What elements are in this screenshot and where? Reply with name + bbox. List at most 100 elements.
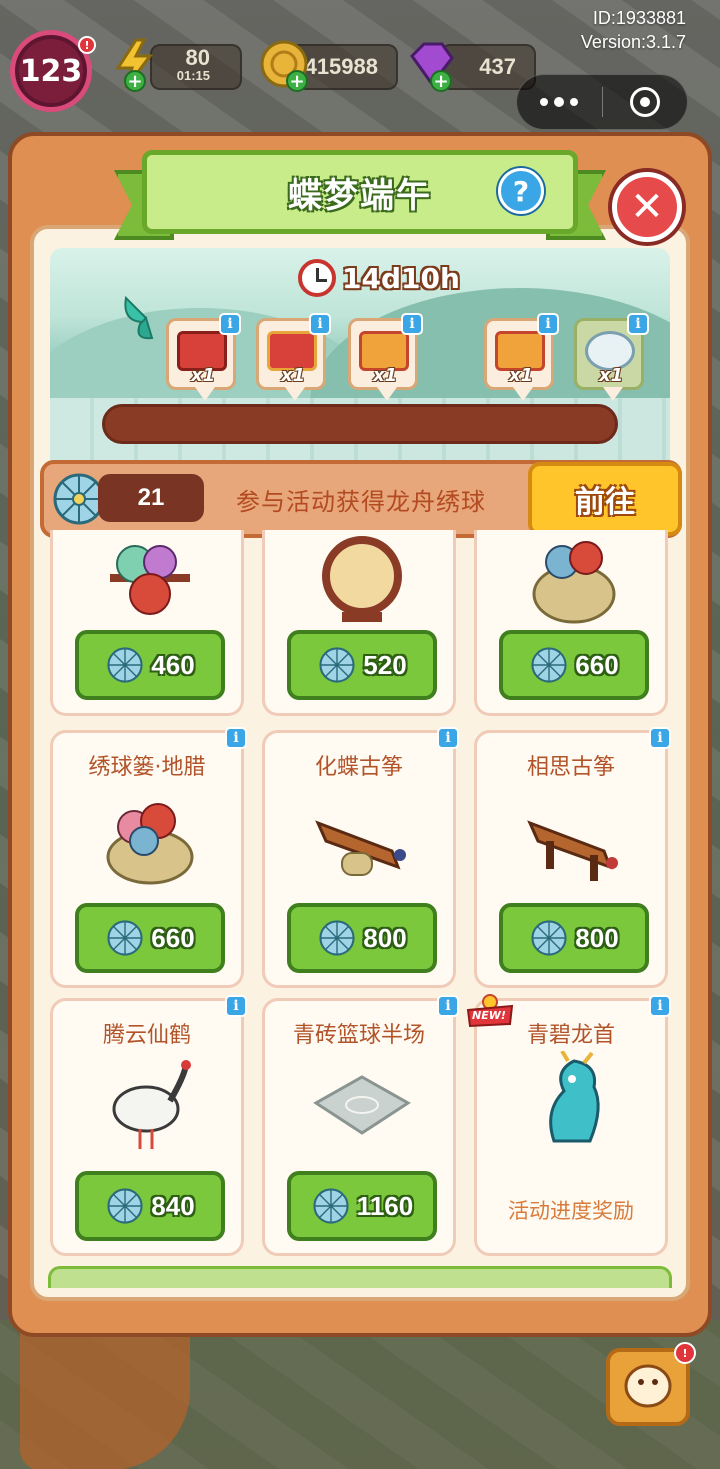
- more-menu-icon[interactable]: [517, 96, 602, 107]
- milestone-reward[interactable]: x1 i: [484, 313, 559, 401]
- reward-count: x1: [191, 365, 216, 386]
- embroidered-ball-icon: [107, 647, 143, 683]
- milestone-reward[interactable]: x1 i: [574, 313, 649, 401]
- price: 520: [363, 649, 407, 680]
- build-info: ID:1933881 Version:3.1.7: [581, 6, 686, 54]
- item-info-icon[interactable]: i: [437, 995, 459, 1017]
- butterfly-icon: [124, 295, 154, 340]
- reward-count: x1: [599, 365, 624, 386]
- shop-item-card[interactable]: i 绣球篓·地腊 660: [50, 727, 247, 988]
- goto-label: 前往: [575, 485, 635, 520]
- shop-item-card[interactable]: 660: [474, 530, 668, 716]
- price: 800: [363, 922, 407, 953]
- shop-item-card[interactable]: 520: [262, 530, 456, 716]
- chat-notification-mark: !: [682, 1346, 688, 1360]
- dragon-head-icon: [549, 1051, 600, 1143]
- shop-item-card[interactable]: i 化蝶古筝 800: [262, 727, 459, 988]
- new-badge-text: NEW!: [472, 1009, 506, 1022]
- shop-item-card[interactable]: i 青碧龙首 活动进度奖励: [474, 995, 671, 1256]
- event-timer: 14d10h: [298, 258, 460, 298]
- shop-item-card[interactable]: i 腾云仙鹤 840: [50, 995, 247, 1256]
- item-info-icon[interactable]: i: [649, 727, 671, 749]
- goto-button[interactable]: 前往: [528, 462, 682, 536]
- background-road: [20, 1330, 190, 1469]
- price: 840: [151, 1190, 195, 1221]
- price: 660: [575, 649, 619, 680]
- item-name: 绣球篓·地腊: [88, 755, 206, 780]
- close-button[interactable]: ✕: [612, 172, 682, 242]
- milestone-reward[interactable]: x1 i: [348, 313, 423, 401]
- coin-value: 415988: [304, 54, 378, 79]
- energy-timer: 01:15: [176, 68, 210, 83]
- hint-text: 参与活动获得龙舟绣球: [236, 488, 486, 516]
- shop-item-card[interactable]: i 青砖篮球半场 1160: [262, 995, 459, 1256]
- panel-title: 蝶梦端午: [288, 175, 432, 216]
- item-name: 腾云仙鹤: [102, 1023, 191, 1048]
- buy-button[interactable]: 660: [75, 903, 225, 973]
- buy-button[interactable]: 660: [499, 630, 649, 700]
- close-miniprogram-icon[interactable]: [603, 87, 688, 117]
- new-badge: NEW!: [466, 994, 514, 1028]
- notification-dot: !: [78, 36, 96, 54]
- item-info-icon[interactable]: i: [649, 995, 671, 1017]
- buy-button[interactable]: 840: [75, 1171, 225, 1241]
- buy-button[interactable]: 800: [499, 903, 649, 973]
- help-button[interactable]: ?: [498, 168, 544, 214]
- version-text: Version:3.1.7: [580, 32, 686, 52]
- round-screen-icon: [322, 536, 402, 622]
- shop-item-card[interactable]: i 相思古筝 800: [474, 727, 671, 988]
- player-id: ID:1933881: [592, 8, 686, 28]
- help-icon: ?: [512, 174, 530, 208]
- event-progress-bar: [102, 404, 618, 444]
- crane-icon: [112, 1060, 191, 1149]
- balance-value: 21: [137, 484, 165, 511]
- buy-button[interactable]: 520: [287, 630, 437, 700]
- item-info-icon[interactable]: i: [225, 995, 247, 1017]
- guzheng-icon: [315, 820, 406, 876]
- reward-count: x1: [373, 365, 398, 386]
- item-name: 相思古筝: [526, 755, 615, 780]
- guzheng-icon: [527, 820, 618, 881]
- embroidered-ball-icon: [319, 647, 355, 683]
- price: 800: [575, 922, 619, 953]
- buy-button[interactable]: 460: [75, 630, 225, 700]
- gem-value: 437: [479, 54, 516, 79]
- shop-item-card[interactable]: 460: [50, 530, 244, 716]
- item-name: 青砖篮球半场: [292, 1023, 425, 1048]
- milestone-reward[interactable]: x1 i: [256, 313, 331, 401]
- reward-info-icon[interactable]: i: [537, 313, 559, 335]
- miniprogram-capsule: [516, 74, 688, 130]
- price: 460: [151, 649, 195, 680]
- basketball-court-icon: [313, 1075, 411, 1135]
- embroidered-ball-icon: [319, 920, 355, 956]
- add-coin-button[interactable]: +: [286, 70, 308, 92]
- embroidered-ball-icon: [531, 647, 567, 683]
- ball-balance: 21: [98, 474, 204, 522]
- reward-info-icon[interactable]: i: [309, 313, 331, 335]
- reward-count: x1: [281, 365, 306, 386]
- add-gem-button[interactable]: +: [430, 70, 452, 92]
- buy-button[interactable]: 1160: [287, 1171, 437, 1241]
- player-level: 123: [19, 53, 83, 89]
- price: 660: [151, 922, 195, 953]
- chat-notification-dot: !: [674, 1342, 696, 1364]
- reward-info-icon[interactable]: i: [627, 313, 649, 335]
- countdown-text: 14d10h: [342, 261, 460, 295]
- reward-count: x1: [509, 365, 534, 386]
- ball-basket-icon: [532, 541, 616, 624]
- item-info-icon[interactable]: i: [437, 727, 459, 749]
- milestone-reward[interactable]: x1 i: [166, 313, 241, 401]
- reward-info-icon[interactable]: i: [401, 313, 423, 335]
- energy-box[interactable]: 80 01:15: [150, 44, 242, 90]
- add-energy-button[interactable]: +: [124, 70, 146, 92]
- progress-reward-text: 活动进度奖励: [508, 1199, 634, 1223]
- next-row-peek: [48, 1266, 672, 1288]
- reward-info-icon[interactable]: i: [219, 313, 241, 335]
- clock-icon: [298, 259, 336, 297]
- embroidered-ball-icon: [313, 1188, 349, 1224]
- price: 1160: [356, 1190, 414, 1221]
- buy-button[interactable]: 800: [287, 903, 437, 973]
- embroidered-ball-icon: [107, 1188, 143, 1224]
- lantern-rack-icon: [110, 545, 190, 615]
- item-info-icon[interactable]: i: [225, 727, 247, 749]
